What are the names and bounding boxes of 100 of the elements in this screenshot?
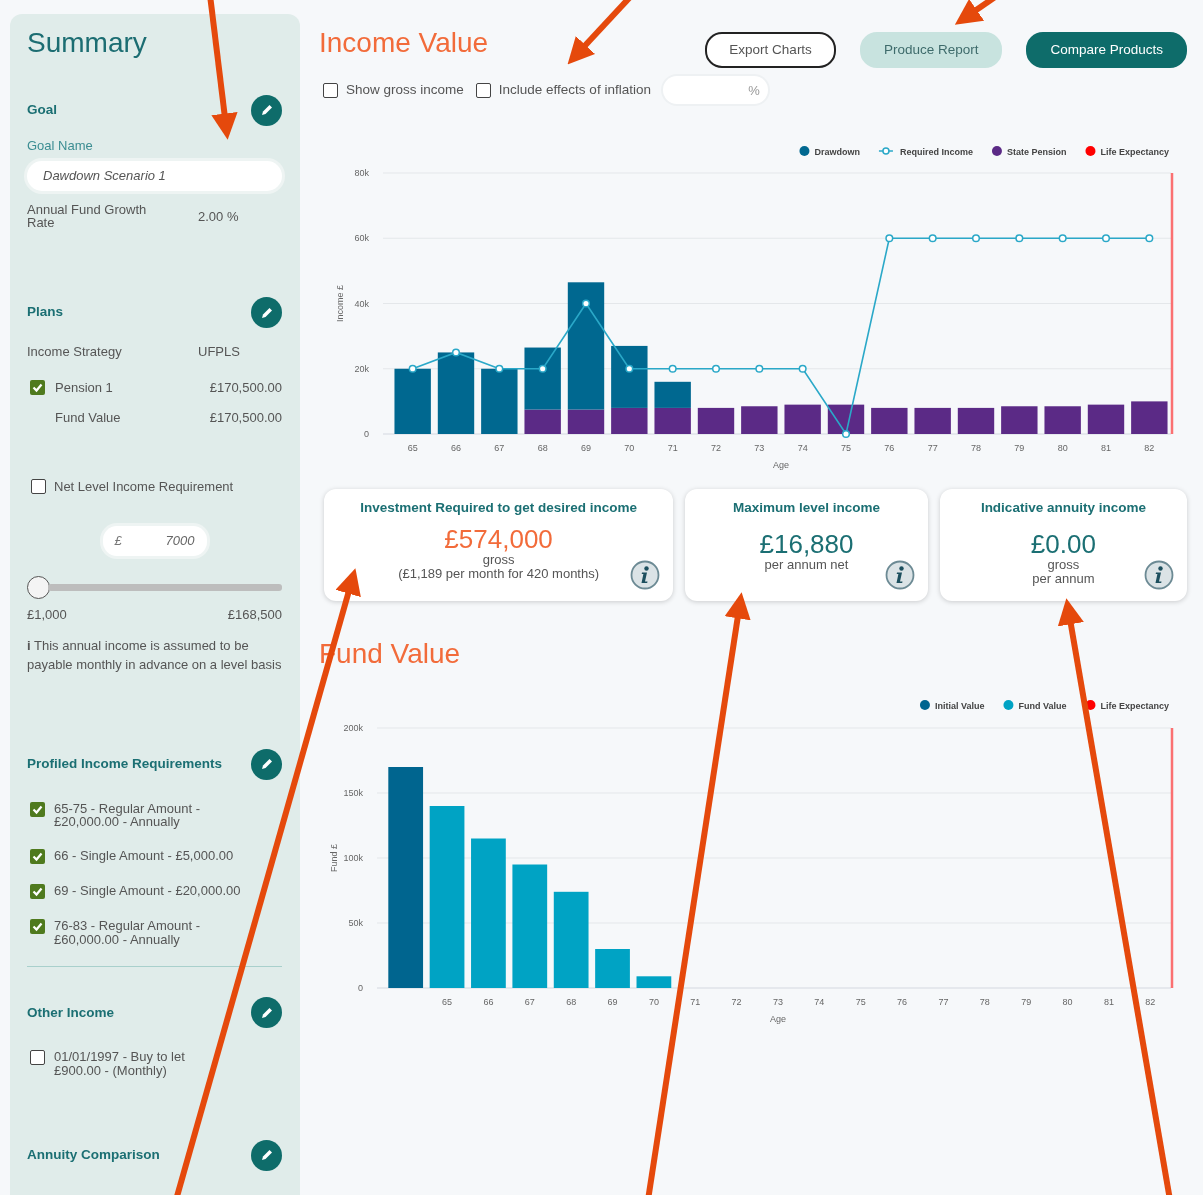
edit-button[interactable] [251,94,282,126]
axis-tick-label: 72 [731,997,742,1008]
card-value: £0.00 [1029,529,1097,559]
chart-bar [697,408,735,435]
axis-tick-label: 0 [364,429,369,440]
checkbox-label: Net Level Income Requirement [54,477,234,496]
card-caption: gross [481,553,516,567]
chart-bar [1131,401,1168,435]
plan-name: Pension 1 [55,378,113,397]
axis-tick-label: 82 [1145,997,1156,1008]
list-item-text: 76-83 - Regular Amount - £60,000.00 - Annually [54,919,201,947]
data-point [1058,234,1067,243]
data-point [668,364,677,374]
legend-label: State Pension [1006,146,1067,157]
section-heading: Plans [27,303,64,322]
checkbox[interactable] [30,884,45,900]
axis-tick-label: 73 [754,443,765,454]
data-point [841,430,851,439]
edit-button[interactable] [251,997,282,1029]
field-value: 2.00 % [198,207,239,226]
axis-tick-label: 82 [1144,443,1155,454]
chart-bar [914,408,951,435]
chart-bar [1087,404,1125,435]
inflation-field[interactable]: % [662,76,768,105]
data-point [1015,234,1024,243]
chart-bar [784,404,821,435]
pencil-icon [259,757,274,772]
checkbox[interactable] [30,379,45,395]
chart-bar [654,408,691,435]
axis-tick-label: 72 [711,443,721,454]
checkbox[interactable] [31,478,46,494]
axis-tick-label: 78 [971,443,981,454]
axis-tick-label: 67 [494,443,505,454]
action-button[interactable]: Produce Report [859,32,1003,69]
checkbox[interactable] [323,82,338,98]
checkbox[interactable] [30,1050,45,1066]
chart-bar [871,408,908,435]
chart-bar [481,369,518,435]
checkbox[interactable] [30,849,45,865]
legend-label: Required Income [899,146,973,157]
axis-tick-label: 70 [648,997,659,1008]
slider-thumb[interactable] [27,575,50,599]
currency-symbol: £ [114,532,122,551]
field-value: UFPLS [198,343,240,362]
axis-tick-label: 71 [667,443,678,454]
amount-field[interactable]: £ 7000 [102,526,207,556]
chart-bar [741,406,778,435]
axis-title: Age [773,460,789,471]
data-point [495,364,504,374]
checkbox[interactable] [475,82,491,98]
axis-tick-label: 65 [407,443,418,454]
input-field[interactable]: Dawdown Scenario 1 [27,161,282,191]
axis-tick-label: 80 [1057,443,1068,454]
axis-tick-label: 75 [855,997,866,1008]
slider-max-label: £168,500 [227,605,282,624]
chart-bar [394,369,431,435]
edit-button[interactable] [251,748,282,780]
data-point [1101,234,1111,243]
data-point [408,364,417,374]
info-icon [1144,560,1174,591]
legend-label: Fund Value [1018,700,1067,711]
field-label: Annual Fund Growth Rate [27,202,148,231]
axis-tick-label: 78 [979,997,990,1008]
sidebar-title: Summary [27,28,148,59]
checkbox[interactable] [30,801,45,817]
axis-title: Age [770,1014,786,1025]
chart-bar [595,949,630,989]
info-icon [884,560,915,591]
action-button[interactable]: Compare Products [1026,32,1187,69]
axis-tick-label: 81 [1103,997,1114,1008]
data-point [711,364,721,374]
data-point [1145,234,1154,243]
axis-tick-label: 80k [354,168,369,179]
card-caption: per annum [1031,571,1096,586]
axis-tick-label: 66 [451,443,461,454]
amount-input[interactable]: 7000 [144,531,195,551]
axis-title: Fund £ [329,844,339,873]
pencil-icon [259,1148,274,1163]
axis-tick-label: 80 [1062,997,1073,1008]
axis-tick-label: 70 [624,443,635,454]
axis-tick-label: 100k [343,853,363,864]
action-button[interactable]: Export Charts [705,32,836,69]
data-point [451,348,461,357]
section-heading: Annuity Comparison [27,1146,160,1164]
section-heading: Goal [27,101,57,120]
checkbox[interactable] [30,919,45,935]
axis-tick-label: 20k [354,364,369,374]
axis-tick-label: 81 [1101,443,1111,454]
edit-button[interactable] [251,1139,282,1171]
axis-tick-label: 73 [773,997,783,1008]
edit-button[interactable] [251,297,282,329]
checkbox-label: Show gross income [346,81,464,100]
pencil-icon [259,1005,274,1020]
axis-tick-label: 74 [797,443,808,454]
axis-tick-label: 79 [1021,997,1032,1008]
chart-bar [957,408,995,435]
field-label: Income Strategy [27,345,123,359]
axis-tick-label: 68 [566,997,577,1008]
axis-tick-label: 66 [483,997,494,1008]
axis-tick-label: 74 [814,997,825,1008]
